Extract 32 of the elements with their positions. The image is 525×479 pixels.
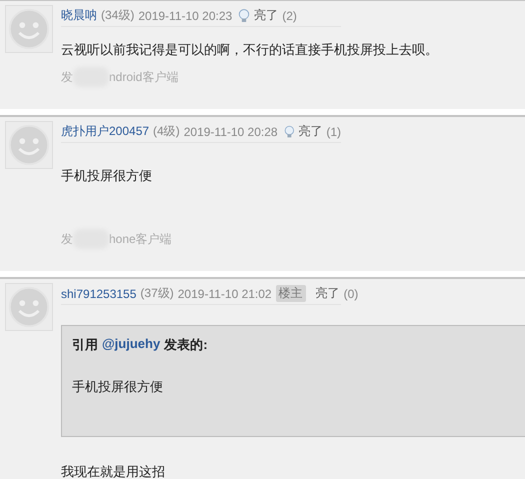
source-text: hone客户端 <box>109 230 172 248</box>
like-button[interactable]: 亮了 <box>254 7 278 24</box>
lightbulb-icon[interactable] <box>238 8 250 22</box>
avatar-icon <box>5 5 53 53</box>
user-level: (37级) <box>140 285 174 302</box>
source-text: 发 <box>61 68 73 86</box>
like-count: (1) <box>326 124 341 138</box>
like-button[interactable]: 亮了 <box>298 123 322 140</box>
post-content: 云视听以前我记得是可以的啊，不行的话直接手机投屏投上去呗。 <box>61 41 439 59</box>
post-time: 2019-11-10 20:23 <box>138 8 232 22</box>
source-text: ndroid客户端 <box>109 68 178 86</box>
source-text: 发 <box>61 230 73 248</box>
post-content: 手机投屏很方便 <box>61 167 153 185</box>
user-level: (34级) <box>101 7 134 24</box>
lightbulb-icon[interactable] <box>284 124 294 138</box>
op-badge: 楼主 <box>276 285 306 302</box>
user-level: (4级) <box>153 123 180 140</box>
post-time: 2019-11-10 20:28 <box>184 124 278 138</box>
like-count: (0) <box>344 286 358 300</box>
quote-label: 发表的: <box>164 336 208 354</box>
quoted-text: 手机投屏很方便 <box>72 378 164 396</box>
post-time: 2019-11-10 21:02 <box>178 286 272 300</box>
quote-label: 引用 <box>72 336 98 354</box>
like-button[interactable]: 亮了 <box>316 285 340 302</box>
post-content: 我现在就是用这招 <box>61 463 166 479</box>
quoted-user-link[interactable]: @jujuehy <box>102 336 160 354</box>
like-count: (2) <box>282 8 297 22</box>
username-link[interactable]: 虎扑用户200457 <box>61 123 150 140</box>
username-link[interactable]: 晓晨呐 <box>61 7 97 24</box>
avatar-icon <box>5 121 53 169</box>
username-link[interactable]: shi791253155 <box>61 286 136 300</box>
avatar-icon <box>5 283 53 331</box>
